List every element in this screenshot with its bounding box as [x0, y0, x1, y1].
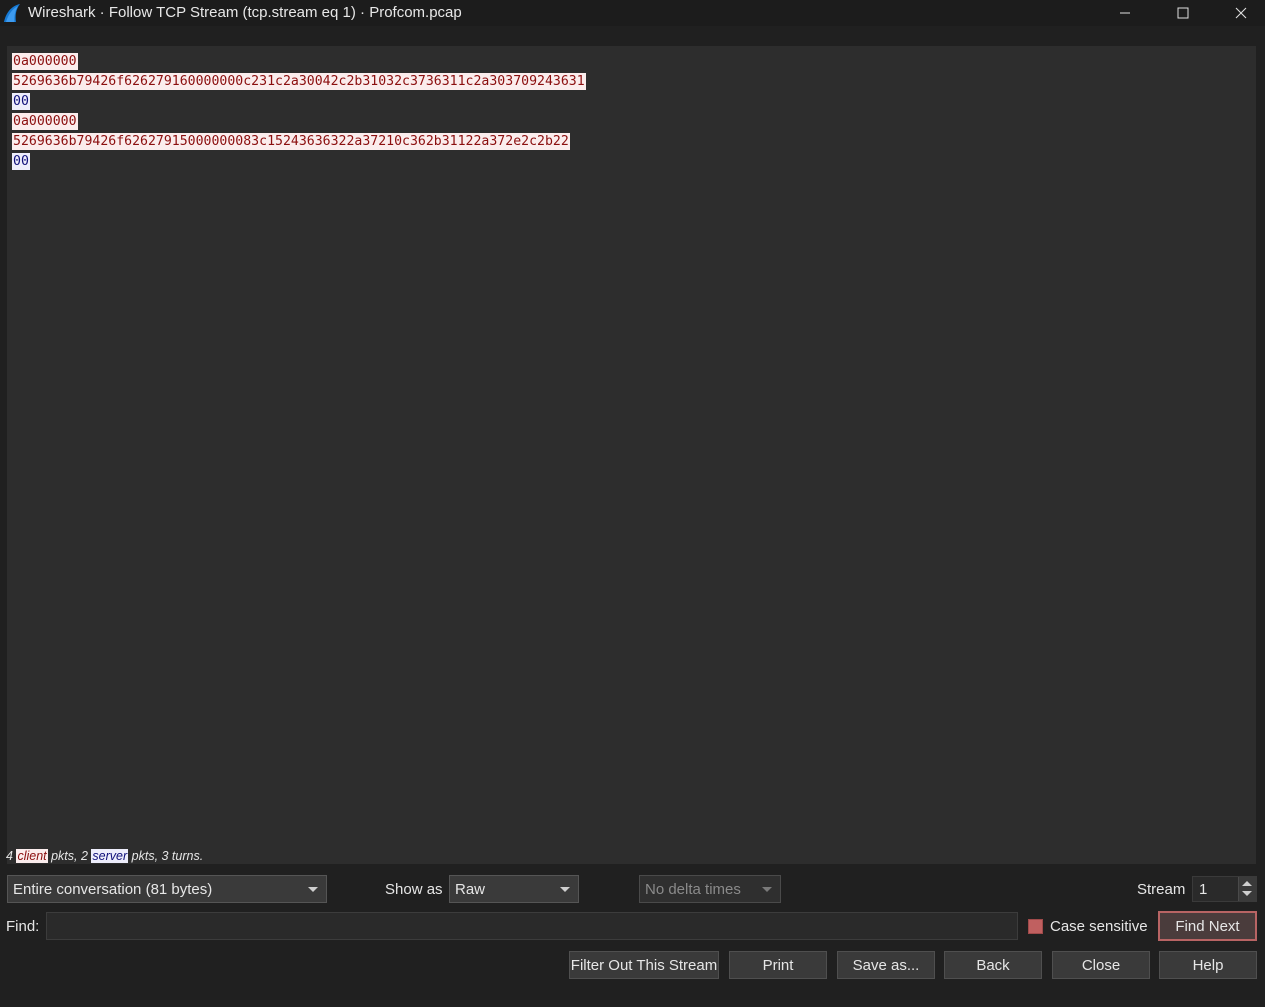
chevron-down-icon [560, 887, 570, 892]
find-next-button[interactable]: Find Next [1158, 911, 1257, 941]
stream-line-client: 0a000000 [12, 112, 1251, 132]
delta-times-select-value: No delta times [645, 880, 741, 898]
print-button[interactable]: Print [729, 951, 827, 979]
wireshark-fin-icon [2, 3, 22, 23]
filter-out-stream-button[interactable]: Filter Out This Stream [569, 951, 719, 979]
minimize-button[interactable] [1096, 0, 1154, 26]
stream-stats: 4 client pkts, 2 server pkts, 3 turns. [6, 849, 203, 863]
close-window-button[interactable] [1212, 0, 1265, 26]
spin-buttons[interactable] [1238, 877, 1256, 901]
stream-chunk-server: 00 [12, 93, 30, 110]
case-sensitive-checkbox[interactable] [1028, 919, 1043, 934]
show-as-select-value: Raw [455, 880, 486, 898]
stream-chunk-client: 0a000000 [12, 113, 78, 130]
find-label: Find: [6, 918, 40, 935]
conversation-select[interactable]: Entire conversation (81 bytes) [7, 875, 327, 903]
chevron-down-icon [308, 887, 318, 892]
stats-mid-text: pkts, 2 [51, 849, 88, 863]
stream-chunk-client: 5269636b79426f62627915000000083c15243636… [12, 133, 570, 150]
find-input[interactable] [46, 912, 1018, 940]
stream-label: Stream [1137, 881, 1186, 898]
stream-content-view[interactable]: 0a000000 5269636b79426f626279160000000c23… [7, 46, 1256, 864]
stream-number-spinbox[interactable]: 1 [1192, 876, 1257, 902]
arrow-up-icon[interactable] [1242, 881, 1252, 886]
title-bar: Wireshark · Follow TCP Stream (tcp.strea… [0, 0, 1265, 26]
stream-chunk-client: 5269636b79426f626279160000000c231c2a3004… [12, 73, 586, 90]
chevron-down-icon [762, 887, 772, 892]
stream-line-client: 0a000000 [12, 52, 1251, 72]
stream-chunk-client: 0a000000 [12, 53, 78, 70]
arrow-down-icon[interactable] [1242, 891, 1252, 896]
close-icon [1235, 7, 1247, 19]
show-as-label: Show as [385, 881, 443, 898]
server-tag: server [91, 849, 129, 863]
stream-number-value: 1 [1199, 881, 1208, 898]
client-packet-count: 4 [6, 849, 13, 863]
minimize-icon [1120, 12, 1130, 14]
case-sensitive-label: Case sensitive [1050, 918, 1148, 935]
save-as-button[interactable]: Save as... [837, 951, 935, 979]
back-button[interactable]: Back [944, 951, 1042, 979]
stream-chunk-server: 00 [12, 153, 30, 170]
maximize-icon [1177, 7, 1189, 19]
show-as-select[interactable]: Raw [449, 875, 579, 903]
stream-line-server: 00 [12, 152, 1251, 172]
window-title: Wireshark · Follow TCP Stream (tcp.strea… [28, 4, 462, 21]
stream-line-server: 00 [12, 92, 1251, 112]
maximize-button[interactable] [1154, 0, 1212, 26]
help-button[interactable]: Help [1159, 951, 1257, 979]
delta-times-select: No delta times [639, 875, 781, 903]
stats-tail-text: pkts, 3 turns. [131, 849, 204, 863]
client-tag: client [16, 849, 48, 863]
stream-line-client: 5269636b79426f62627915000000083c15243636… [12, 132, 1251, 152]
close-button[interactable]: Close [1052, 951, 1150, 979]
conversation-select-value: Entire conversation (81 bytes) [13, 880, 213, 898]
stream-line-client: 5269636b79426f626279160000000c231c2a3004… [12, 72, 1251, 92]
